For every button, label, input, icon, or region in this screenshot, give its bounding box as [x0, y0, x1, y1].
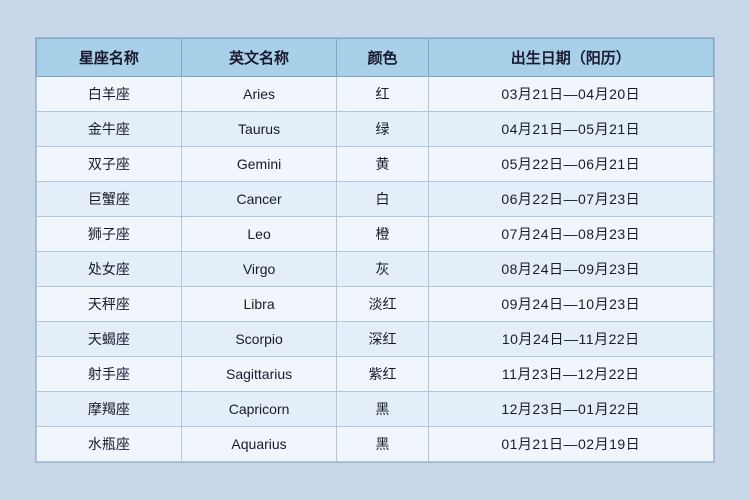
cell-color: 灰	[337, 252, 428, 287]
cell-chinese: 白羊座	[37, 77, 182, 112]
cell-date: 09月24日—10月23日	[428, 287, 713, 322]
table-row: 处女座Virgo灰08月24日—09月23日	[37, 252, 714, 287]
cell-date: 10月24日—11月22日	[428, 322, 713, 357]
cell-color: 深红	[337, 322, 428, 357]
table-row: 双子座Gemini黄05月22日—06月21日	[37, 147, 714, 182]
cell-chinese: 金牛座	[37, 112, 182, 147]
cell-color: 紫红	[337, 357, 428, 392]
cell-english: Aries	[181, 77, 337, 112]
cell-english: Sagittarius	[181, 357, 337, 392]
table-row: 天蝎座Scorpio深红10月24日—11月22日	[37, 322, 714, 357]
cell-chinese: 处女座	[37, 252, 182, 287]
cell-color: 绿	[337, 112, 428, 147]
col-header-chinese: 星座名称	[37, 39, 182, 77]
cell-english: Gemini	[181, 147, 337, 182]
cell-chinese: 巨蟹座	[37, 182, 182, 217]
cell-color: 橙	[337, 217, 428, 252]
cell-chinese: 狮子座	[37, 217, 182, 252]
table-row: 白羊座Aries红03月21日—04月20日	[37, 77, 714, 112]
cell-english: Libra	[181, 287, 337, 322]
cell-english: Aquarius	[181, 427, 337, 462]
cell-date: 05月22日—06月21日	[428, 147, 713, 182]
col-header-date: 出生日期（阳历）	[428, 39, 713, 77]
table-row: 天秤座Libra淡红09月24日—10月23日	[37, 287, 714, 322]
cell-english: Cancer	[181, 182, 337, 217]
cell-english: Taurus	[181, 112, 337, 147]
cell-color: 黄	[337, 147, 428, 182]
table-row: 摩羯座Capricorn黑12月23日—01月22日	[37, 392, 714, 427]
cell-english: Virgo	[181, 252, 337, 287]
zodiac-table-container: 星座名称 英文名称 颜色 出生日期（阳历） 白羊座Aries红03月21日—04…	[35, 37, 715, 463]
table-row: 水瓶座Aquarius黑01月21日—02月19日	[37, 427, 714, 462]
cell-color: 淡红	[337, 287, 428, 322]
zodiac-table: 星座名称 英文名称 颜色 出生日期（阳历） 白羊座Aries红03月21日—04…	[36, 38, 714, 462]
cell-date: 04月21日—05月21日	[428, 112, 713, 147]
cell-date: 07月24日—08月23日	[428, 217, 713, 252]
cell-date: 01月21日—02月19日	[428, 427, 713, 462]
cell-date: 12月23日—01月22日	[428, 392, 713, 427]
cell-chinese: 水瓶座	[37, 427, 182, 462]
cell-chinese: 摩羯座	[37, 392, 182, 427]
cell-date: 03月21日—04月20日	[428, 77, 713, 112]
cell-english: Leo	[181, 217, 337, 252]
cell-chinese: 天秤座	[37, 287, 182, 322]
table-row: 金牛座Taurus绿04月21日—05月21日	[37, 112, 714, 147]
cell-chinese: 双子座	[37, 147, 182, 182]
cell-chinese: 射手座	[37, 357, 182, 392]
cell-english: Scorpio	[181, 322, 337, 357]
col-header-english: 英文名称	[181, 39, 337, 77]
cell-color: 黑	[337, 427, 428, 462]
cell-color: 黑	[337, 392, 428, 427]
col-header-color: 颜色	[337, 39, 428, 77]
cell-color: 红	[337, 77, 428, 112]
cell-color: 白	[337, 182, 428, 217]
table-header-row: 星座名称 英文名称 颜色 出生日期（阳历）	[37, 39, 714, 77]
cell-chinese: 天蝎座	[37, 322, 182, 357]
table-row: 巨蟹座Cancer白06月22日—07月23日	[37, 182, 714, 217]
cell-date: 08月24日—09月23日	[428, 252, 713, 287]
cell-date: 06月22日—07月23日	[428, 182, 713, 217]
table-row: 狮子座Leo橙07月24日—08月23日	[37, 217, 714, 252]
cell-english: Capricorn	[181, 392, 337, 427]
cell-date: 11月23日—12月22日	[428, 357, 713, 392]
table-row: 射手座Sagittarius紫红11月23日—12月22日	[37, 357, 714, 392]
